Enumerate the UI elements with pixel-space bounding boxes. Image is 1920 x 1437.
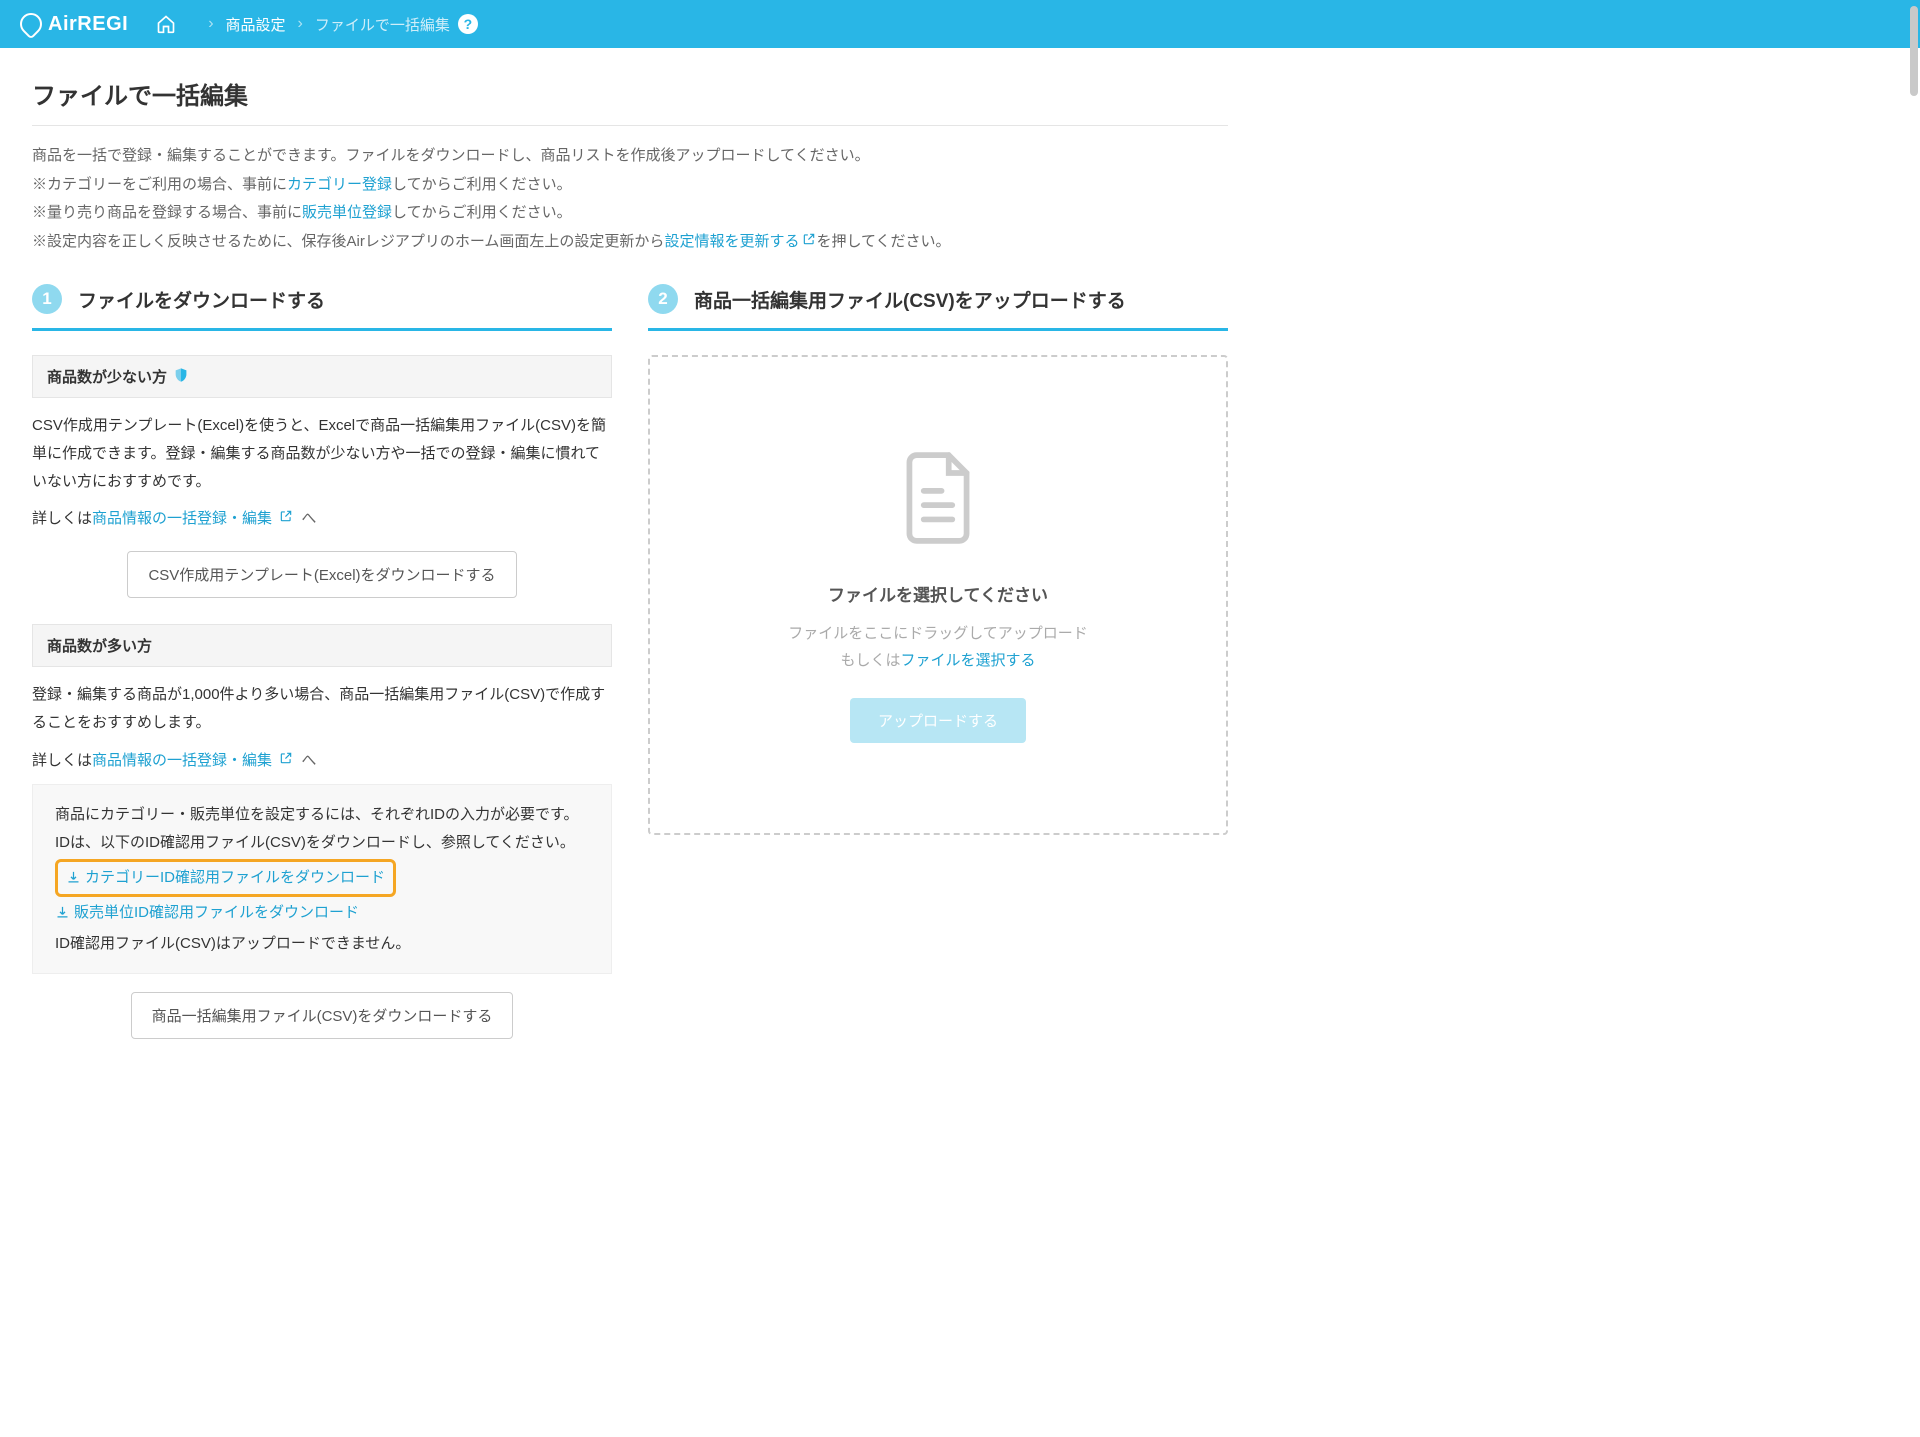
file-select-link[interactable]: ファイルを選択する	[901, 652, 1036, 669]
breadcrumb-l1[interactable]: 商品設定	[226, 14, 286, 35]
step-number-badge: 2	[648, 284, 678, 314]
intro-line: ※カテゴリーをご利用の場合、事前にカテゴリー登録してからご利用ください。	[32, 171, 1228, 200]
link-unit-register[interactable]: 販売単位登録	[302, 204, 392, 221]
intro-line: ※設定内容を正しく反映させるために、保存後Airレジアプリのホーム画面左上の設定…	[32, 228, 1228, 257]
app-header: AirREGI › 商品設定 › ファイルで一括編集 ?	[0, 0, 1920, 48]
many-desc: 登録・編集する商品が1,000件より多い場合、商品一括編集用ファイル(CSV)で…	[32, 681, 612, 737]
shield-icon	[173, 367, 189, 387]
id-info-box: 商品にカテゴリー・販売単位を設定するには、それぞれIDの入力が必要です。 IDは…	[32, 784, 612, 974]
link-bulk-edit-help-2[interactable]: 商品情報の一括登録・編集	[92, 752, 293, 769]
download-csv-button[interactable]: 商品一括編集用ファイル(CSV)をダウンロードする	[131, 992, 514, 1039]
step1-title: ファイルをダウンロードする	[78, 286, 325, 313]
scrollbar-thumb[interactable]	[1910, 6, 1918, 96]
download-category-id-file[interactable]: カテゴリーID確認用ファイルをダウンロード	[66, 864, 385, 892]
logo-icon	[15, 8, 46, 39]
step-number-badge: 1	[32, 284, 62, 314]
info-line: ID確認用ファイル(CSV)はアップロードできません。	[55, 930, 589, 958]
chevron-right-icon: ›	[208, 15, 213, 33]
upload-subtitle: ファイルをここにドラッグしてアップロード もしくはファイルを選択する	[788, 620, 1088, 674]
step2-header: 2 商品一括編集用ファイル(CSV)をアップロードする	[648, 284, 1228, 331]
upload-dropzone[interactable]: ファイルを選択してください ファイルをここにドラッグしてアップロード もしくはフ…	[648, 355, 1228, 835]
few-detail-line: 詳しくは商品情報の一括登録・編集 へ	[32, 505, 612, 533]
step2-title: 商品一括編集用ファイル(CSV)をアップロードする	[694, 286, 1126, 313]
step2-column: 2 商品一括編集用ファイル(CSV)をアップロードする ファイルを選択してくださ…	[648, 284, 1228, 1065]
breadcrumb-l2: ファイルで一括編集	[315, 14, 450, 35]
page-title: ファイルで一括編集	[32, 76, 1228, 126]
many-detail-line: 詳しくは商品情報の一括登録・編集 へ	[32, 747, 612, 775]
few-products-bar: 商品数が少ない方	[32, 355, 612, 398]
link-bulk-edit-help[interactable]: 商品情報の一括登録・編集	[92, 510, 293, 527]
intro-block: 商品を一括で登録・編集することができます。ファイルをダウンロードし、商品リストを…	[32, 142, 1228, 256]
home-icon[interactable]	[156, 14, 176, 34]
step1-column: 1 ファイルをダウンロードする 商品数が少ない方 CSV作成用テンプレート(Ex…	[32, 284, 612, 1065]
intro-line: 商品を一括で登録・編集することができます。ファイルをダウンロードし、商品リストを…	[32, 142, 1228, 171]
few-desc: CSV作成用テンプレート(Excel)を使うと、Excelで商品一括編集用ファイ…	[32, 412, 612, 495]
help-icon[interactable]: ?	[458, 14, 478, 34]
download-unit-id-file[interactable]: 販売単位ID確認用ファイルをダウンロード	[55, 899, 359, 927]
upload-button[interactable]: アップロードする	[850, 698, 1026, 743]
intro-line: ※量り売り商品を登録する場合、事前に販売単位登録してからご利用ください。	[32, 199, 1228, 228]
file-icon	[893, 448, 983, 553]
download-excel-template-button[interactable]: CSV作成用テンプレート(Excel)をダウンロードする	[127, 551, 516, 598]
brand-text: AirREGI	[48, 13, 128, 36]
step1-header: 1 ファイルをダウンロードする	[32, 284, 612, 331]
info-line: IDは、以下のID確認用ファイル(CSV)をダウンロードし、参照してください。	[55, 829, 589, 857]
info-line: 商品にカテゴリー・販売単位を設定するには、それぞれIDの入力が必要です。	[55, 801, 589, 829]
upload-title: ファイルを選択してください	[828, 581, 1048, 606]
link-update-settings[interactable]: 設定情報を更新する	[664, 233, 816, 250]
chevron-right-icon: ›	[298, 15, 303, 33]
highlighted-download-link: カテゴリーID確認用ファイルをダウンロード	[55, 859, 396, 897]
link-category-register[interactable]: カテゴリー登録	[287, 176, 392, 193]
brand-logo[interactable]: AirREGI	[20, 13, 128, 36]
many-products-bar: 商品数が多い方	[32, 624, 612, 667]
